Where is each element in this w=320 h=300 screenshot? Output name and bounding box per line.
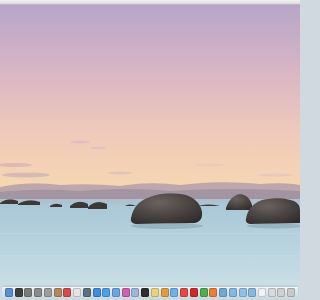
chrome-icon[interactable] — [180, 288, 189, 297]
terminal-icon[interactable] — [141, 288, 150, 297]
mail-icon[interactable] — [111, 288, 120, 297]
textedit-icon[interactable] — [219, 288, 227, 297]
sublime-text-icon[interactable] — [209, 288, 218, 297]
contacts-icon[interactable] — [53, 288, 62, 297]
photos-icon[interactable] — [73, 288, 81, 297]
desktop[interactable] — [0, 0, 300, 300]
documents-folder-icon[interactable] — [248, 288, 257, 297]
ibooks-icon[interactable] — [160, 288, 169, 297]
safari-icon[interactable] — [102, 288, 111, 297]
wallpaper — [0, 5, 300, 300]
notes-icon[interactable] — [150, 288, 159, 297]
itunes-icon[interactable] — [121, 288, 130, 297]
time-machine-icon[interactable] — [82, 288, 91, 297]
dashboard-icon[interactable] — [14, 288, 23, 297]
trash-icon[interactable] — [287, 288, 296, 297]
preview-icon[interactable] — [131, 288, 140, 297]
messages-icon[interactable] — [170, 288, 179, 297]
downloads-folder-icon[interactable] — [238, 288, 247, 297]
document-stack-icon[interactable] — [257, 288, 266, 297]
sky — [0, 5, 300, 200]
image-stack-icon[interactable] — [267, 288, 276, 297]
maps-icon[interactable] — [199, 288, 208, 297]
system-preferences-icon[interactable] — [34, 288, 43, 297]
folder-icon[interactable] — [228, 288, 237, 297]
calendar-icon[interactable] — [63, 288, 72, 297]
app-store-icon[interactable] — [92, 288, 101, 297]
archive-stack-icon[interactable] — [277, 288, 286, 297]
opera-icon[interactable] — [189, 288, 198, 297]
dock-icons[interactable] — [4, 288, 296, 299]
finder-icon[interactable] — [4, 288, 13, 297]
mission-control-icon[interactable] — [24, 288, 33, 297]
photo-booth-icon[interactable] — [43, 288, 52, 297]
